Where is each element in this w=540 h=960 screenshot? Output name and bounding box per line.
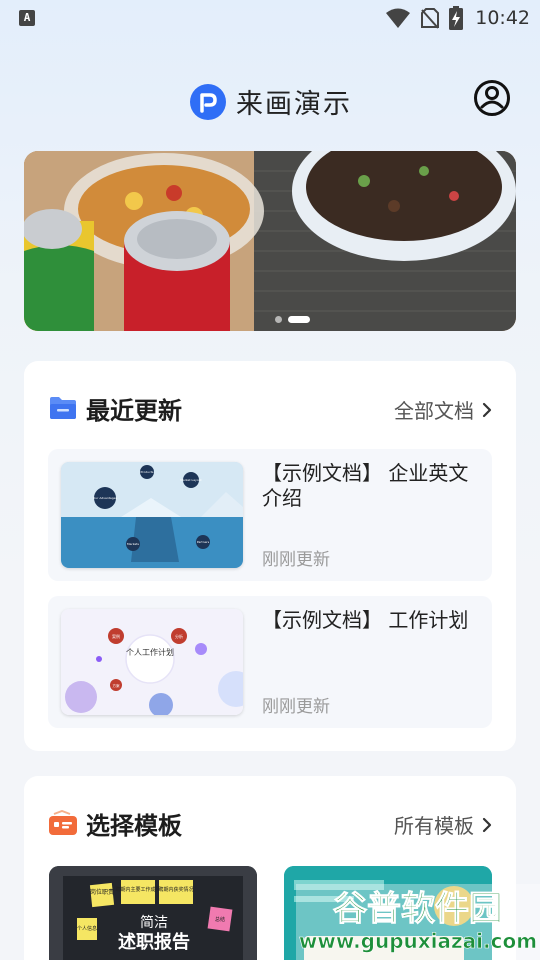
wifi-icon [386, 8, 411, 28]
thumb-label: 方案 [113, 683, 120, 688]
banner-carousel[interactable] [24, 151, 516, 331]
template-note: 岗位职责 [90, 888, 114, 896]
template-note: 总结 [215, 916, 225, 923]
all-templates-link[interactable]: 所有模板 [394, 810, 492, 839]
status-bar: A 10:42 [0, 0, 540, 36]
all-templates-label: 所有模板 [394, 814, 474, 838]
templates-section-header: 选择模板 所有模板 [48, 806, 492, 842]
notification-icon: A [19, 10, 35, 26]
doc-title: 【示例文档】 工作计划 [262, 608, 469, 632]
profile-icon [474, 80, 510, 116]
doc-updated-label: 刚刚更新 [262, 697, 330, 717]
template-note: 聘期内主要工作成果 [115, 886, 160, 893]
app-title: 来画演示 [236, 89, 352, 120]
carousel-dot[interactable] [275, 316, 282, 323]
chevron-right-icon [482, 817, 492, 832]
template-heading-small: 简洁 [140, 914, 168, 931]
thumb-label: Market Layout [180, 478, 202, 482]
recent-docs-card: 最近更新 全部文档 Our Advantages Products Market… [24, 361, 516, 751]
status-icons: 10:42 [385, 6, 530, 30]
doc-list-item[interactable]: 个人工作计划 案例 分析 方案 【示例文档】 工作计划 刚刚更新 [48, 596, 492, 728]
all-docs-link[interactable]: 全部文档 [394, 395, 492, 424]
all-docs-label: 全部文档 [394, 399, 474, 423]
profile-button[interactable] [472, 78, 512, 118]
folder-icon [50, 397, 76, 419]
thumb-label: Markets [127, 542, 139, 546]
doc-updated-label: 刚刚更新 [262, 550, 330, 570]
template-heading-big: 述职报告 [118, 931, 190, 953]
battery-charging-icon [449, 6, 464, 30]
app-brand: 来画演示 [190, 82, 352, 121]
templates-section-title: 选择模板 [86, 806, 182, 841]
thumb-label: 案例 [112, 633, 120, 639]
chevron-right-icon [482, 402, 492, 417]
thumb-title: 个人工作计划 [126, 647, 174, 657]
template-note: 个人信息 [77, 925, 97, 932]
thumb-label: Products [141, 470, 154, 474]
template-note: 聘期内获奖情况 [158, 886, 193, 893]
doc-title: 【示例文档】 企业英文介绍 [262, 461, 469, 510]
carousel-dot-active[interactable] [288, 316, 310, 323]
template-thumbnail[interactable]: 岗位职责 聘期内主要工作成果 聘期内获奖情况 个人信息 总结 简洁 述职报告 [49, 866, 257, 960]
banner-image [24, 151, 516, 331]
doc-list-item[interactable]: Our Advantages Products Market Layout Pa… [48, 449, 492, 581]
app-header: 来画演示 [0, 72, 540, 126]
watermark-logo: 谷普软件园 www.gupuxiazai.com [296, 884, 540, 960]
templates-title-text: 选择模板 [86, 812, 182, 840]
no-sim-icon [421, 8, 440, 29]
template-icon [49, 810, 77, 835]
doc-thumbnail: 个人工作计划 案例 分析 方案 [61, 609, 243, 715]
thumb-label: Our Advantages [93, 496, 118, 500]
thumb-label: 分析 [175, 633, 183, 639]
carousel-indicator [275, 316, 310, 323]
watermark-title: 谷普软件园 [333, 889, 503, 929]
doc-thumbnail: Our Advantages Products Market Layout Pa… [61, 462, 243, 568]
watermark-url: www.gupuxiazai.com [299, 929, 537, 953]
recent-section-header: 最近更新 全部文档 [48, 391, 492, 427]
app-logo-icon [190, 83, 226, 120]
recent-title-text: 最近更新 [86, 397, 182, 425]
thumb-label: Partners [197, 540, 210, 544]
recent-section-title: 最近更新 [86, 391, 182, 426]
status-time: 10:42 [475, 7, 530, 29]
